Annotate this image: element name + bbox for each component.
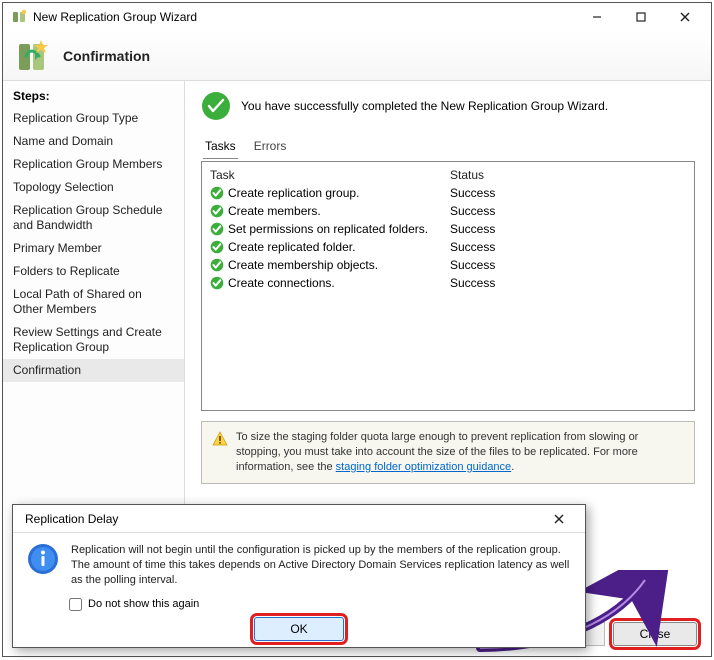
warning-box: To size the staging folder quota large e… xyxy=(201,421,695,484)
sidebar-step[interactable]: Replication Group Schedule and Bandwidth xyxy=(3,199,184,237)
steps-header: Steps: xyxy=(3,87,184,107)
tab-tasks[interactable]: Tasks xyxy=(203,135,238,159)
sidebar-step[interactable]: Name and Domain xyxy=(3,130,184,153)
dialog-title: Replication Delay xyxy=(17,512,537,526)
task-text: Set permissions on replicated folders. xyxy=(228,220,450,238)
task-text: Create replicated folder. xyxy=(228,238,450,256)
dialog-titlebar: Replication Delay xyxy=(13,505,585,533)
success-row: You have successfully completed the New … xyxy=(201,91,695,121)
sidebar-step[interactable]: Replication Group Members xyxy=(3,153,184,176)
close-button[interactable]: Close xyxy=(613,622,697,646)
replication-delay-dialog: Replication Delay Replication will not b… xyxy=(12,504,586,648)
task-row: Create membership objects.Success xyxy=(210,256,686,274)
task-success-icon xyxy=(210,258,224,272)
tab-errors[interactable]: Errors xyxy=(252,135,289,159)
task-success-icon xyxy=(210,222,224,236)
tabs: Tasks Errors xyxy=(201,135,695,159)
ok-button[interactable]: OK xyxy=(254,617,344,641)
task-status: Success xyxy=(450,274,686,292)
minimize-button[interactable] xyxy=(575,3,619,31)
sidebar-step[interactable]: Confirmation xyxy=(3,359,184,382)
task-row: Create replication group.Success xyxy=(210,184,686,202)
sidebar-step[interactable]: Folders to Replicate xyxy=(3,260,184,283)
task-status: Success xyxy=(450,256,686,274)
task-status: Success xyxy=(450,184,686,202)
task-status: Success xyxy=(450,202,686,220)
success-message: You have successfully completed the New … xyxy=(241,99,608,113)
close-window-button[interactable] xyxy=(663,3,707,31)
warning-text: To size the staging folder quota large e… xyxy=(236,430,684,475)
task-success-icon xyxy=(210,276,224,290)
task-row: Create connections.Success xyxy=(210,274,686,292)
task-text: Create replication group. xyxy=(228,184,450,202)
sidebar-step[interactable]: Local Path of Shared on Other Members xyxy=(3,283,184,321)
task-table-header: Task Status xyxy=(210,168,686,182)
task-success-icon xyxy=(210,240,224,254)
task-panel: Task Status Create replication group.Suc… xyxy=(201,161,695,411)
task-success-icon xyxy=(210,186,224,200)
sidebar-step[interactable]: Replication Group Type xyxy=(3,107,184,130)
task-status: Success xyxy=(450,220,686,238)
window-title: New Replication Group Wizard xyxy=(33,10,575,24)
sidebar-step[interactable]: Review Settings and Create Replication G… xyxy=(3,321,184,359)
task-row: Set permissions on replicated folders.Su… xyxy=(210,220,686,238)
task-text: Create members. xyxy=(228,202,450,220)
task-status: Success xyxy=(450,238,686,256)
staging-guidance-link[interactable]: staging folder optimization guidance xyxy=(336,461,512,473)
maximize-button[interactable] xyxy=(619,3,663,31)
info-icon xyxy=(27,543,59,575)
task-success-icon xyxy=(210,204,224,218)
sidebar-step[interactable]: Topology Selection xyxy=(3,176,184,199)
dialog-body: Replication will not begin until the con… xyxy=(13,533,585,592)
dialog-close-button[interactable] xyxy=(537,505,581,533)
titlebar: New Replication Group Wizard xyxy=(3,3,711,31)
success-check-icon xyxy=(201,91,231,121)
warning-icon xyxy=(212,431,228,447)
do-not-show-input[interactable] xyxy=(69,598,82,611)
app-icon xyxy=(11,9,27,25)
do-not-show-checkbox[interactable]: Do not show this again xyxy=(69,598,585,611)
task-text: Create membership objects. xyxy=(228,256,450,274)
wizard-header-icon xyxy=(13,36,53,76)
task-column-header: Task xyxy=(210,168,450,182)
task-row: Create replicated folder.Success xyxy=(210,238,686,256)
dialog-text: Replication will not begin until the con… xyxy=(71,543,571,588)
page-header: Confirmation xyxy=(63,48,150,64)
task-row: Create members.Success xyxy=(210,202,686,220)
header-band: Confirmation xyxy=(3,31,711,81)
sidebar-step[interactable]: Primary Member xyxy=(3,237,184,260)
status-column-header: Status xyxy=(450,168,686,182)
task-text: Create connections. xyxy=(228,274,450,292)
